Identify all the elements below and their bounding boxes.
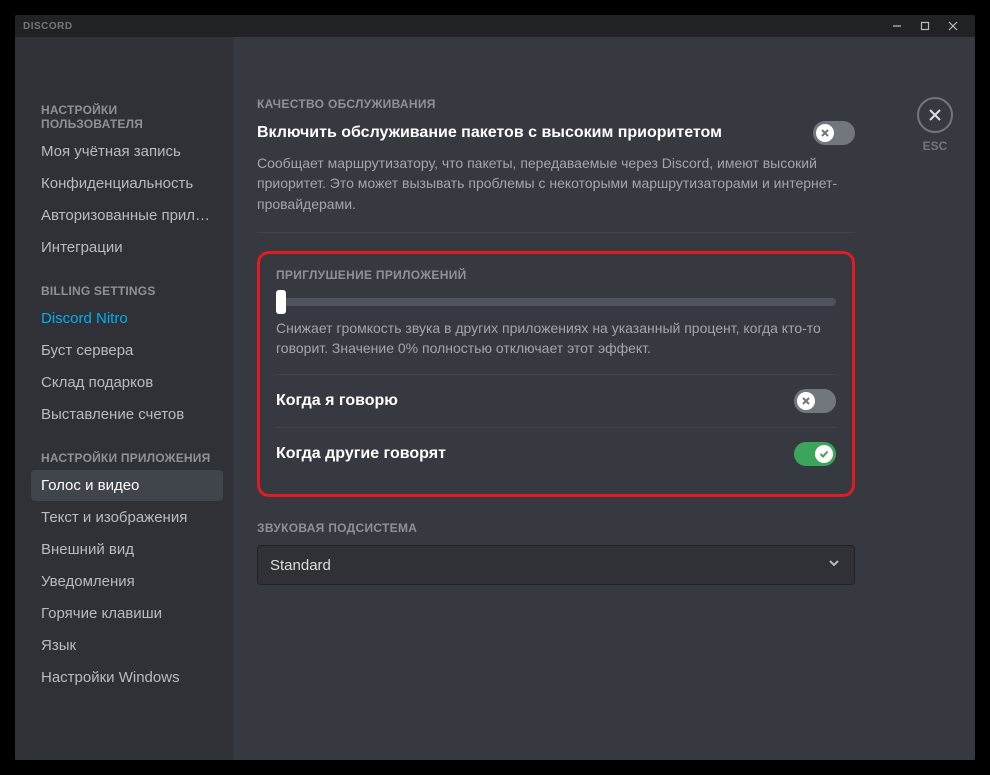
subsystem-value: Standard: [270, 557, 826, 574]
sidebar-item-privacy[interactable]: Конфиденциальность: [31, 168, 223, 199]
when-i-speak-label: Когда я говорю: [276, 392, 794, 410]
subsystem-select[interactable]: Standard: [257, 545, 855, 585]
sidebar-item-keybinds[interactable]: Горячие клавиши: [31, 598, 223, 629]
sidebar-item-voice-video[interactable]: Голос и видео: [31, 470, 223, 501]
qos-title: Включить обслуживание пакетов с высоким …: [257, 124, 813, 142]
when-others-speak-label: Когда другие говорят: [276, 445, 794, 463]
sidebar-item-authorized-apps[interactable]: Авторизованные прил…: [31, 200, 223, 231]
settings-sidebar: НАСТРОЙКИ ПОЛЬЗОВАТЕЛЯ Моя учётная запис…: [15, 37, 233, 760]
when-others-speak-toggle[interactable]: [794, 442, 836, 466]
sidebar-item-integrations[interactable]: Интеграции: [31, 232, 223, 263]
attenuation-header: ПРИГЛУШЕНИЕ ПРИЛОЖЕНИЙ: [276, 268, 836, 282]
subsystem-section: ЗВУКОВАЯ ПОДСИСТЕМА Standard: [257, 521, 855, 585]
window-close-button[interactable]: [939, 15, 967, 37]
check-icon: [815, 445, 833, 463]
sidebar-item-language[interactable]: Язык: [31, 630, 223, 661]
right-gutter: ESC: [895, 37, 975, 760]
sidebar-item-server-boost[interactable]: Буст сервера: [31, 335, 223, 366]
sidebar-header-app: НАСТРОЙКИ ПРИЛОЖЕНИЯ: [31, 445, 223, 469]
slider-thumb[interactable]: [276, 290, 286, 314]
app-window: DISCORD НАСТРОЙКИ ПОЛЬЗОВАТЕЛЯ Моя учётн…: [15, 15, 975, 760]
window-maximize-button[interactable]: [911, 15, 939, 37]
sidebar-item-gift-inventory[interactable]: Склад подарков: [31, 367, 223, 398]
attenuation-description: Снижает громкость звука в других приложе…: [276, 318, 836, 359]
when-i-speak-toggle[interactable]: [794, 389, 836, 413]
sidebar-item-nitro[interactable]: Discord Nitro: [31, 303, 223, 334]
close-settings-button[interactable]: [917, 97, 953, 133]
sidebar-item-account[interactable]: Моя учётная запись: [31, 136, 223, 167]
sidebar-item-notifications[interactable]: Уведомления: [31, 566, 223, 597]
subsystem-header: ЗВУКОВАЯ ПОДСИСТЕМА: [257, 521, 855, 535]
titlebar: DISCORD: [15, 15, 975, 37]
sidebar-item-appearance[interactable]: Внешний вид: [31, 534, 223, 565]
sidebar-header-user: НАСТРОЙКИ ПОЛЬЗОВАТЕЛЯ: [31, 97, 223, 135]
brand-wordmark: DISCORD: [23, 21, 73, 32]
qos-description: Сообщает маршрутизатору, что пакеты, пер…: [257, 153, 855, 214]
settings-content: КАЧЕСТВО ОБСЛУЖИВАНИЯ Включить обслужива…: [233, 37, 895, 760]
qos-section: КАЧЕСТВО ОБСЛУЖИВАНИЯ Включить обслужива…: [257, 97, 855, 214]
sidebar-item-text-images[interactable]: Текст и изображения: [31, 502, 223, 533]
attenuation-slider[interactable]: [276, 298, 836, 306]
qos-header: КАЧЕСТВО ОБСЛУЖИВАНИЯ: [257, 97, 855, 111]
esc-label: ESC: [895, 139, 975, 153]
window-minimize-button[interactable]: [883, 15, 911, 37]
sidebar-item-windows[interactable]: Настройки Windows: [31, 662, 223, 693]
sidebar-item-billing[interactable]: Выставление счетов: [31, 399, 223, 430]
sidebar-header-billing: BILLING SETTINGS: [31, 278, 223, 302]
attenuation-section: ПРИГЛУШЕНИЕ ПРИЛОЖЕНИЙ Снижает громкость…: [257, 251, 855, 498]
x-icon: [816, 124, 834, 142]
divider: [257, 232, 855, 233]
x-icon: [797, 392, 815, 410]
chevron-down-icon: [826, 555, 842, 575]
qos-toggle[interactable]: [813, 121, 855, 145]
